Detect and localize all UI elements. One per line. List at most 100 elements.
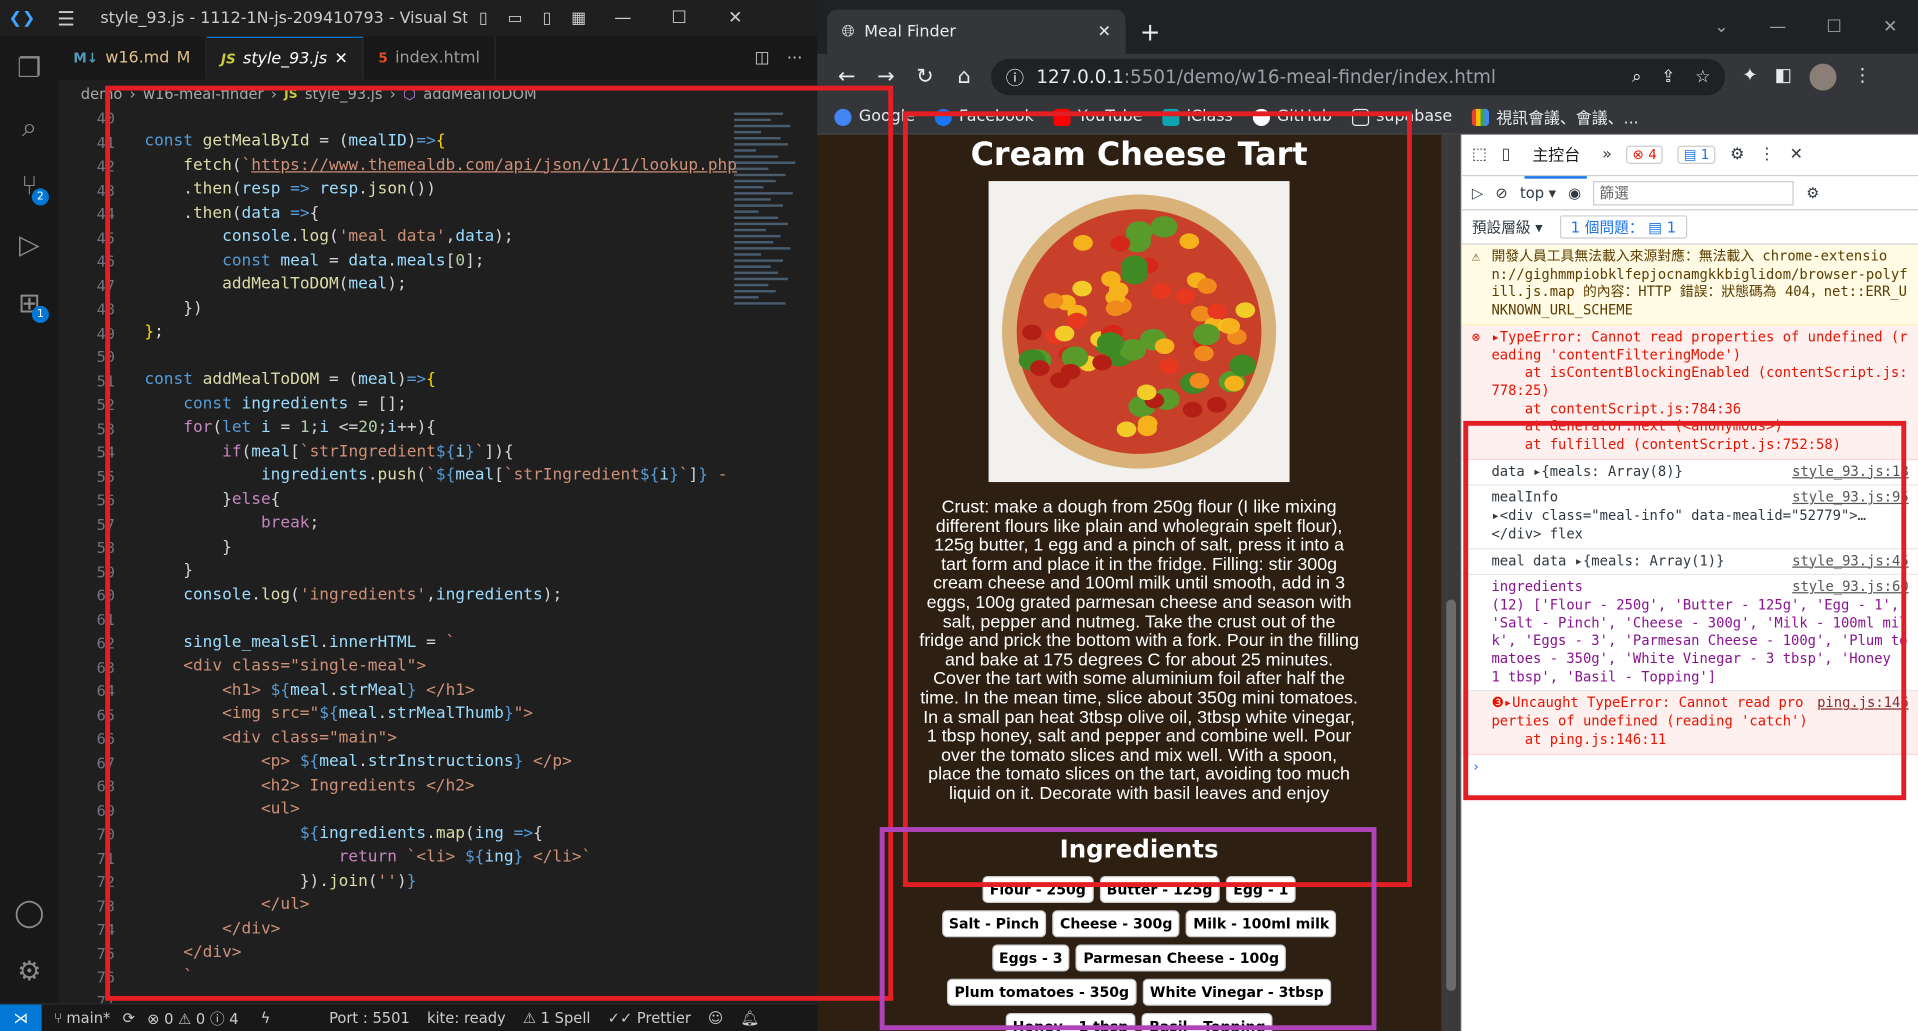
more-actions-icon[interactable]: ⋯ xyxy=(787,49,803,67)
tab-search-icon[interactable]: ⌄ xyxy=(1693,17,1749,37)
sidebar-toggle-icon[interactable]: ▷ xyxy=(1472,184,1483,201)
lightning-icon[interactable]: ϟ xyxy=(261,1009,271,1026)
spell-check-status[interactable]: ⚠ 1 Spell xyxy=(523,1009,591,1026)
device-toolbar-icon[interactable]: ▯ xyxy=(1502,146,1511,164)
search-icon[interactable]: ⌕ xyxy=(0,98,59,157)
page-scrollbar[interactable] xyxy=(1441,134,1461,1031)
bookmark-label: 視訊會議、會議、... xyxy=(1496,110,1639,129)
breadcrumb-item[interactable]: w16-meal-finder xyxy=(143,86,264,103)
breadcrumb-item[interactable]: addMealToDOM xyxy=(423,86,536,103)
hamburger-menu-icon[interactable]: ☰ xyxy=(44,7,88,30)
code-editor[interactable]: 40 41 42 43 44 45 46 47 48 49 50 51 52 53 54 55 56 57 58 59… xyxy=(58,108,818,1010)
close-tab-icon[interactable]: ✕ xyxy=(334,50,347,68)
share-icon[interactable]: ⇪ xyxy=(1661,67,1675,87)
issues-button[interactable]: 1 個問題： ▤ 1 xyxy=(1559,215,1688,239)
bookmark-meet[interactable]: 視訊會議、會議、... xyxy=(1471,105,1639,129)
kite-status[interactable]: kite: ready xyxy=(427,1009,506,1026)
message-source-link[interactable]: style_93.js:95 xyxy=(1792,490,1909,508)
zoom-icon[interactable]: ⌕ xyxy=(1632,67,1642,87)
tab-style-93-js[interactable]: JS style_93.js ✕ xyxy=(206,36,364,80)
breadcrumb-item[interactable]: style_93.js xyxy=(305,86,383,103)
tab-w16-md[interactable]: M↓ w16.md M xyxy=(59,36,207,80)
context-selector[interactable]: top ▾ xyxy=(1520,184,1556,201)
bookmark-youtube[interactable]: YouTube xyxy=(1053,108,1143,126)
feedback-icon[interactable]: ☺ xyxy=(708,1009,723,1026)
close-tab-icon[interactable]: ✕ xyxy=(1098,23,1111,41)
customize-layout-icon[interactable]: ▦ xyxy=(563,9,595,27)
editor-scrollbar[interactable] xyxy=(802,108,818,1004)
code-line: </div> xyxy=(144,943,242,962)
message-source-link[interactable]: ping.js:146 xyxy=(1817,696,1909,714)
address-bar[interactable]: ⓘ 127.0.0.1:5501/demo/w16-meal-finder/in… xyxy=(991,58,1726,96)
inspect-element-icon[interactable]: ⬚ xyxy=(1472,146,1487,164)
console-log[interactable]: style_93.js:45 meal data ▸{meals: Array(1… xyxy=(1462,549,1918,576)
live-server-port[interactable]: Port : 5501 xyxy=(329,1009,410,1026)
devtools-close-icon[interactable]: ✕ xyxy=(1790,146,1803,164)
sync-icon[interactable]: ⟳ xyxy=(123,1009,135,1026)
bookmark-star-icon[interactable]: ☆ xyxy=(1695,67,1710,87)
bookmark-github[interactable]: GitHub xyxy=(1252,108,1332,126)
console-settings-icon[interactable]: ⚙ xyxy=(1806,184,1819,201)
tab-index-html[interactable]: 5 index.html xyxy=(364,36,496,80)
devtools-settings-icon[interactable]: ⚙ xyxy=(1730,146,1744,164)
message-source-link[interactable]: style_93.js:18 xyxy=(1792,463,1909,481)
live-expression-eye-icon[interactable]: ◉ xyxy=(1568,184,1581,201)
site-info-icon[interactable]: ⓘ xyxy=(1006,64,1024,90)
account-icon[interactable]: ◯ xyxy=(0,883,59,942)
forward-arrow-icon[interactable]: → xyxy=(866,65,905,89)
minimap[interactable] xyxy=(734,109,803,427)
error-count-badge[interactable]: ⊗ 4 xyxy=(1626,145,1663,164)
more-tabs-icon[interactable]: » xyxy=(1602,146,1612,164)
explorer-icon[interactable]: ❐ xyxy=(0,39,59,98)
home-icon[interactable]: ⌂ xyxy=(945,65,984,89)
breadcrumb-item[interactable]: demo xyxy=(81,86,123,103)
bookmark-supabase[interactable]: supabase xyxy=(1351,108,1452,126)
maximize-button[interactable]: ☐ xyxy=(651,9,707,29)
notifications-bell-icon[interactable]: 🔔︎ xyxy=(740,1009,759,1026)
console-filter-input[interactable]: 篩選 xyxy=(1593,180,1795,205)
console-error[interactable]: ping.js:146 ❸▸Uncaught TypeError: Cannot … xyxy=(1462,691,1918,755)
clear-console-icon[interactable]: ⊘ xyxy=(1495,184,1507,201)
run-debug-icon[interactable]: ▷ xyxy=(0,215,59,274)
browser-menu-icon[interactable]: ⋮ xyxy=(1853,64,1871,91)
minimize-button[interactable]: — xyxy=(1750,17,1806,37)
bookmark-facebook[interactable]: Facebook xyxy=(934,108,1034,126)
log-levels-dropdown[interactable]: 預設層級 ▾ xyxy=(1472,217,1543,238)
message-source-link[interactable]: style_93.js:45 xyxy=(1792,552,1909,570)
reload-icon[interactable]: ↻ xyxy=(905,65,944,89)
console-prompt[interactable]: › xyxy=(1462,754,1918,779)
close-button[interactable]: ✕ xyxy=(1862,17,1918,37)
console-log[interactable]: style_93.js:18 data ▸{meals: Array(8)} xyxy=(1462,460,1918,487)
settings-gear-icon[interactable]: ⚙ xyxy=(0,942,59,1001)
console-log[interactable]: style_93.js:60 ingredients (12) ['Flour -… xyxy=(1462,575,1918,692)
message-source-link[interactable]: style_93.js:60 xyxy=(1792,579,1909,597)
console-warning[interactable]: ⚠ 開發人員工具無法載入來源對應：無法載入 chrome-extension://… xyxy=(1462,244,1918,326)
git-branch[interactable]: main* xyxy=(66,1009,110,1026)
minimize-button[interactable]: — xyxy=(595,9,651,29)
devtools-menu-icon[interactable]: ⋮ xyxy=(1759,146,1775,164)
prettier-status[interactable]: ✓✓ Prettier xyxy=(608,1009,691,1026)
toggle-secondary-sidebar-icon[interactable]: ▯ xyxy=(531,9,563,27)
tab-console[interactable]: 主控台 xyxy=(1525,135,1588,179)
info-count-badge[interactable]: ▤ 1 xyxy=(1677,145,1716,164)
source-control-icon[interactable]: ⑂ 2 xyxy=(0,157,59,216)
extensions-puzzle-icon[interactable]: ✦ xyxy=(1742,64,1757,91)
toggle-panel-icon[interactable]: ▭ xyxy=(499,9,531,27)
bookmark-iclass[interactable]: iClass xyxy=(1162,108,1233,126)
split-editor-icon[interactable]: ◫ xyxy=(755,49,770,67)
toggle-sidebar-icon[interactable]: ▯ xyxy=(467,9,499,27)
close-button[interactable]: ✕ xyxy=(707,9,763,29)
extensions-icon[interactable]: ⊞ 1 xyxy=(0,274,59,333)
remote-indicator-icon[interactable]: ⋊ xyxy=(0,1003,42,1031)
console-log[interactable]: style_93.js:95 mealInfo ▸<div class="meal… xyxy=(1462,486,1918,549)
console-error[interactable]: ⊗ ▸TypeError: Cannot read properties of u… xyxy=(1462,325,1918,460)
new-tab-button[interactable]: + xyxy=(1126,10,1175,54)
profile-avatar[interactable] xyxy=(1809,63,1837,91)
bookmark-google[interactable]: Google xyxy=(834,108,915,126)
scrollbar-thumb[interactable] xyxy=(1446,599,1456,992)
maximize-button[interactable]: ☐ xyxy=(1806,17,1862,37)
back-arrow-icon[interactable]: ← xyxy=(827,65,866,89)
browser-tab-meal-finder[interactable]: 🌐︎ Meal Finder ✕ xyxy=(827,9,1126,54)
side-panel-icon[interactable]: ◧ xyxy=(1775,64,1792,91)
problems-indicator[interactable]: ⊗ 0 ⚠ 0 ⓘ 4 xyxy=(147,1008,239,1029)
